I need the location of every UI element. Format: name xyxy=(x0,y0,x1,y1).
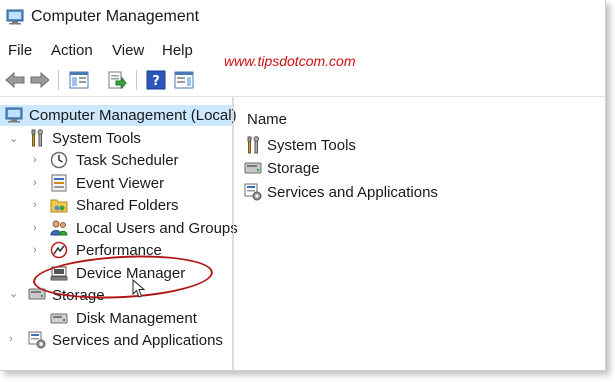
clock-icon xyxy=(50,151,68,169)
chevron-down-icon[interactable]: ⌄ xyxy=(9,132,18,145)
action-pane-icon xyxy=(174,71,194,89)
tree-item-system-tools[interactable]: System Tools xyxy=(52,130,141,147)
computer-management-window: Computer Management File Action View Hel… xyxy=(0,0,606,371)
list-item-system-tools[interactable]: System Tools xyxy=(267,137,356,154)
arrow-left-icon xyxy=(5,72,25,88)
mouse-cursor-icon xyxy=(132,279,146,298)
users-icon xyxy=(50,220,68,236)
tree-item-local-users-and-groups[interactable]: Local Users and Groups xyxy=(76,220,238,237)
menu-action[interactable]: Action xyxy=(51,42,93,59)
arrow-right-icon xyxy=(30,72,50,88)
event-viewer-icon xyxy=(51,174,67,192)
tree-item-computer-management[interactable]: Computer Management (Local) xyxy=(29,107,237,124)
tree-item-event-viewer[interactable]: Event Viewer xyxy=(76,175,164,192)
export-icon xyxy=(108,71,127,89)
computer-management-icon xyxy=(6,9,24,25)
menu-view[interactable]: View xyxy=(112,42,144,59)
svg-text:?: ? xyxy=(152,74,160,89)
column-header-name[interactable]: Name xyxy=(247,111,287,128)
menu-file[interactable]: File xyxy=(8,42,32,59)
services-icon xyxy=(28,331,46,349)
watermark-text: www.tipsdotcom.com xyxy=(224,53,356,69)
tree-item-services-and-applications[interactable]: Services and Applications xyxy=(52,332,223,349)
help-button[interactable]: ? xyxy=(143,68,169,92)
toolbar-separator xyxy=(58,70,59,90)
disk-management-icon xyxy=(50,313,68,324)
tools-icon xyxy=(31,129,43,147)
chevron-right-icon[interactable]: › xyxy=(9,333,13,345)
list-item-storage[interactable]: Storage xyxy=(267,160,320,177)
forward-button[interactable] xyxy=(27,68,53,92)
export-list-button[interactable] xyxy=(104,68,130,92)
chevron-right-icon[interactable]: › xyxy=(33,199,37,211)
show-hide-action-pane-button[interactable] xyxy=(171,68,197,92)
show-hide-console-tree-button[interactable] xyxy=(66,68,92,92)
chevron-right-icon[interactable]: › xyxy=(33,177,37,189)
menu-help[interactable]: Help xyxy=(162,42,193,59)
storage-icon xyxy=(244,162,262,174)
chevron-right-icon[interactable]: › xyxy=(33,154,37,166)
tree-item-shared-folders[interactable]: Shared Folders xyxy=(76,197,179,214)
list-item-services-and-applications[interactable]: Services and Applications xyxy=(267,184,438,201)
chevron-right-icon[interactable]: › xyxy=(33,244,37,256)
tree-item-task-scheduler[interactable]: Task Scheduler xyxy=(76,152,179,169)
computer-management-icon xyxy=(5,107,23,123)
tools-icon xyxy=(247,136,259,154)
toolbar-separator xyxy=(136,70,137,90)
chevron-down-icon[interactable]: ⌄ xyxy=(9,287,18,300)
performance-icon xyxy=(50,241,68,259)
title-bar: Computer Management xyxy=(0,0,605,34)
tree-item-disk-management[interactable]: Disk Management xyxy=(76,310,197,327)
chevron-right-icon[interactable]: › xyxy=(33,222,37,234)
help-icon: ? xyxy=(146,70,166,90)
shared-folder-icon xyxy=(50,199,68,213)
back-button[interactable] xyxy=(2,68,28,92)
console-tree-icon xyxy=(69,71,89,89)
window-title: Computer Management xyxy=(31,8,200,25)
services-icon xyxy=(244,183,262,201)
